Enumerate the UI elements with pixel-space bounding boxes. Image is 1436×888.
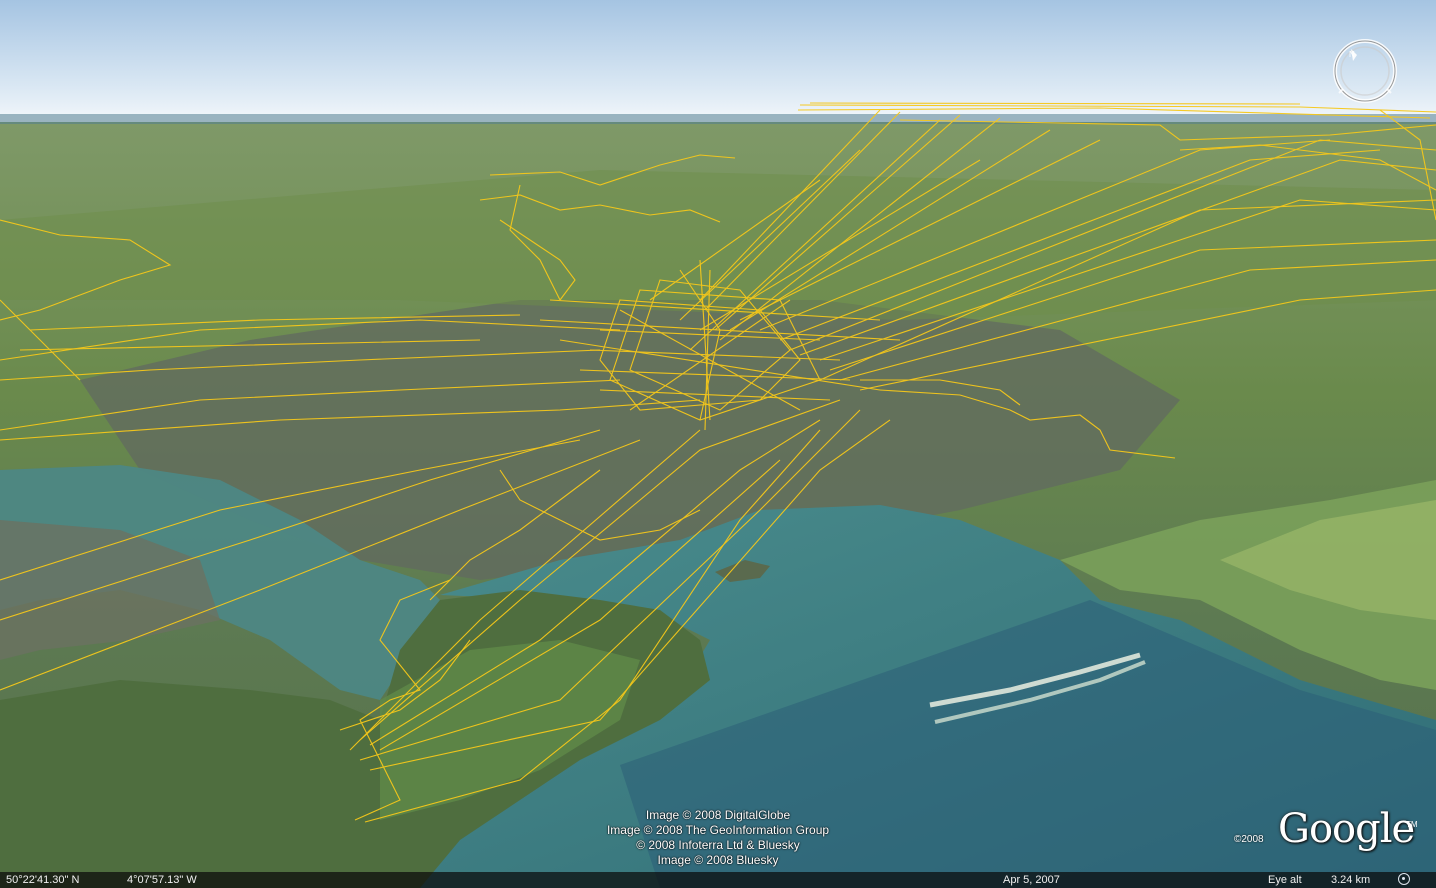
- logo-copyright-year: ©2008: [1234, 834, 1264, 845]
- status-bar: 50°22'41.30" N 4°07'57.13" W Apr 5, 2007…: [0, 872, 1436, 888]
- longitude-readout: 4°07'57.13" W: [127, 874, 197, 886]
- logo-trademark: TM: [1406, 820, 1418, 829]
- eye-alt-label: Eye alt: [1268, 874, 1302, 886]
- eye-alt-value: 3.24 km: [1331, 874, 1371, 886]
- credit-line: Image © 2008 The GeoInformation Group: [606, 823, 830, 837]
- streaming-indicator-icon: [1398, 873, 1410, 885]
- credit-line: Image © 2008 Bluesky: [657, 853, 779, 867]
- imagery-credits: Image © 2008 DigitalGlobe Image © 2008 T…: [583, 808, 853, 868]
- logo-wordmark: Google: [1278, 806, 1415, 852]
- credit-line: Image © 2008 DigitalGlobe: [645, 808, 791, 822]
- map-view[interactable]: N: [0, 0, 1436, 888]
- compass-north-label: N: [1349, 50, 1355, 59]
- latitude-readout: 50°22'41.30" N: [6, 874, 80, 886]
- imagery-date: Apr 5, 2007: [1003, 874, 1060, 886]
- credit-line: © 2008 Infoterra Ltd & Bluesky: [636, 838, 800, 852]
